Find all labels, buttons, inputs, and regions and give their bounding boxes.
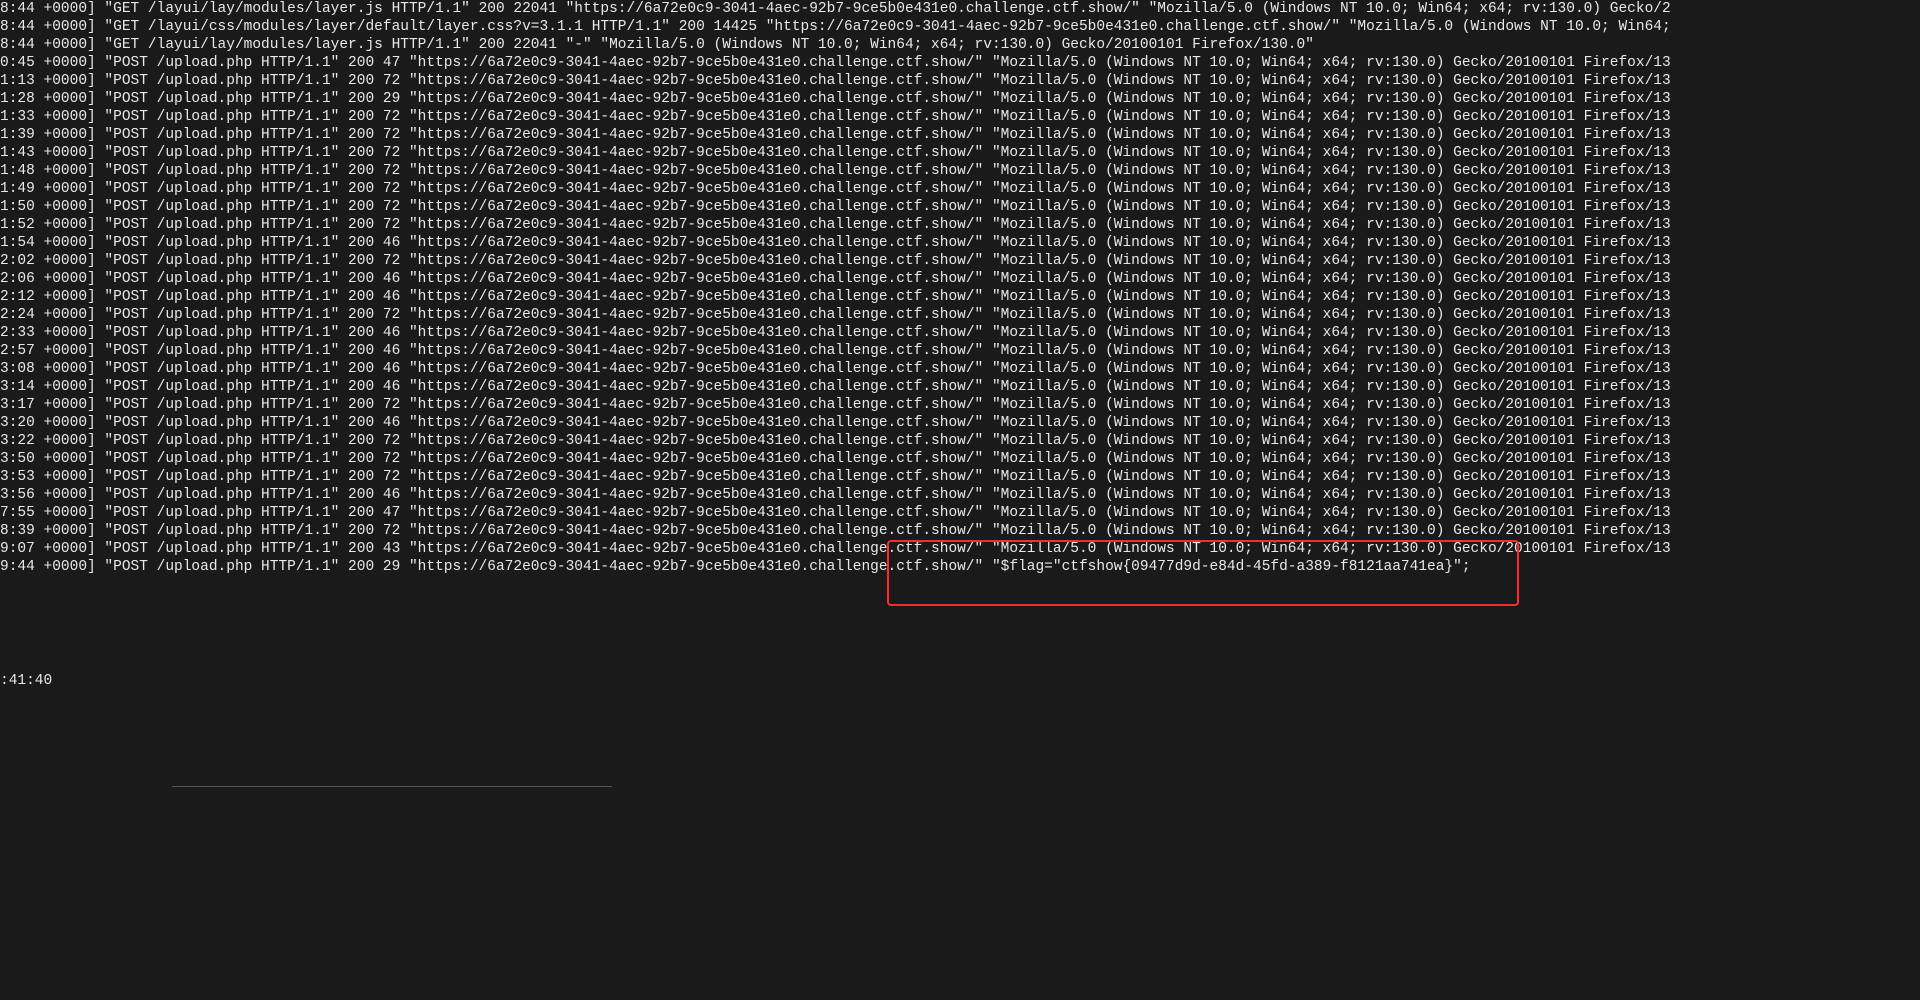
log-line: 2:12 +0000] "POST /upload.php HTTP/1.1" … <box>0 288 1920 306</box>
log-line: 1:52 +0000] "POST /upload.php HTTP/1.1" … <box>0 216 1920 234</box>
log-line: 3:08 +0000] "POST /upload.php HTTP/1.1" … <box>0 360 1920 378</box>
log-line: 2:06 +0000] "POST /upload.php HTTP/1.1" … <box>0 270 1920 288</box>
log-line: 8:44 +0000] "GET /layui/css/modules/laye… <box>0 18 1920 36</box>
log-line: 8:39 +0000] "POST /upload.php HTTP/1.1" … <box>0 522 1920 540</box>
log-line: 3:22 +0000] "POST /upload.php HTTP/1.1" … <box>0 432 1920 450</box>
log-line: 1:28 +0000] "POST /upload.php HTTP/1.1" … <box>0 90 1920 108</box>
log-line: 0:45 +0000] "POST /upload.php HTTP/1.1" … <box>0 54 1920 72</box>
log-line: 8:44 +0000] "GET /layui/lay/modules/laye… <box>0 36 1920 54</box>
log-line: 1:39 +0000] "POST /upload.php HTTP/1.1" … <box>0 126 1920 144</box>
log-line: 3:20 +0000] "POST /upload.php HTTP/1.1" … <box>0 414 1920 432</box>
log-line: 2:24 +0000] "POST /upload.php HTTP/1.1" … <box>0 306 1920 324</box>
log-line: 9:44 +0000] "POST /upload.php HTTP/1.1" … <box>0 558 1920 576</box>
log-line: 2:02 +0000] "POST /upload.php HTTP/1.1" … <box>0 252 1920 270</box>
log-line: 1:49 +0000] "POST /upload.php HTTP/1.1" … <box>0 180 1920 198</box>
log-line: 2:57 +0000] "POST /upload.php HTTP/1.1" … <box>0 342 1920 360</box>
log-line: 3:50 +0000] "POST /upload.php HTTP/1.1" … <box>0 450 1920 468</box>
log-line: 3:17 +0000] "POST /upload.php HTTP/1.1" … <box>0 396 1920 414</box>
log-line: 7:55 +0000] "POST /upload.php HTTP/1.1" … <box>0 504 1920 522</box>
log-line: 1:33 +0000] "POST /upload.php HTTP/1.1" … <box>0 108 1920 126</box>
log-line: 1:48 +0000] "POST /upload.php HTTP/1.1" … <box>0 162 1920 180</box>
log-line: 9:07 +0000] "POST /upload.php HTTP/1.1" … <box>0 540 1920 558</box>
log-line: 8:44 +0000] "GET /layui/lay/modules/laye… <box>0 0 1920 18</box>
log-line: 1:54 +0000] "POST /upload.php HTTP/1.1" … <box>0 234 1920 252</box>
bottom-timestamp: :41:40 <box>0 672 52 690</box>
log-line: 3:53 +0000] "POST /upload.php HTTP/1.1" … <box>0 468 1920 486</box>
log-line: 1:43 +0000] "POST /upload.php HTTP/1.1" … <box>0 144 1920 162</box>
log-line: 1:50 +0000] "POST /upload.php HTTP/1.1" … <box>0 198 1920 216</box>
log-line: 1:13 +0000] "POST /upload.php HTTP/1.1" … <box>0 72 1920 90</box>
log-line: 2:33 +0000] "POST /upload.php HTTP/1.1" … <box>0 324 1920 342</box>
access-log[interactable]: 8:44 +0000] "GET /layui/lay/modules/laye… <box>0 0 1920 576</box>
log-line: 3:14 +0000] "POST /upload.php HTTP/1.1" … <box>0 378 1920 396</box>
bottom-divider <box>172 786 612 787</box>
log-line: 3:56 +0000] "POST /upload.php HTTP/1.1" … <box>0 486 1920 504</box>
